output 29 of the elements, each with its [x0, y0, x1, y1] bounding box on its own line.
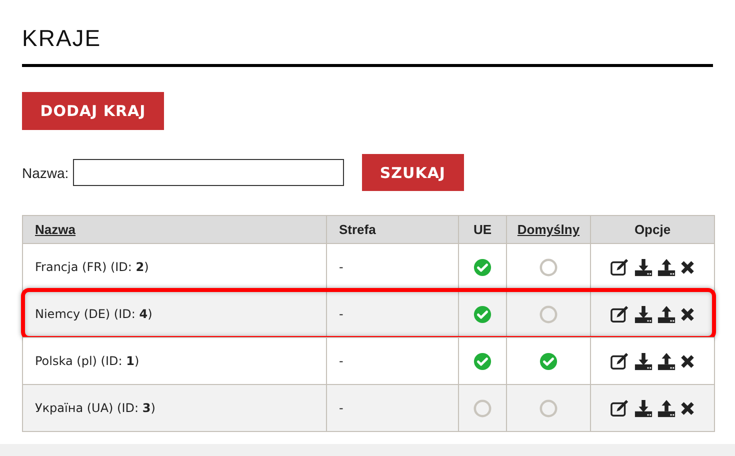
- delete-icon[interactable]: [678, 258, 696, 276]
- upload-icon[interactable]: [656, 398, 676, 418]
- delete-icon[interactable]: [678, 352, 696, 370]
- table-cell-text: Francja (FR) (ID: 2): [34, 259, 150, 276]
- table-cell: -: [326, 385, 458, 431]
- upload-icon[interactable]: [656, 304, 676, 324]
- table-cell: -: [326, 244, 458, 290]
- upload-icon[interactable]: [656, 258, 676, 276]
- table-cell-text: Polska (pl) (ID: 1): [34, 353, 140, 370]
- edit-icon[interactable]: [610, 398, 630, 418]
- page-title: KRAJE: [22, 24, 102, 52]
- column-header[interactable]: Nazwa: [23, 216, 326, 243]
- download-icon[interactable]: [632, 352, 654, 370]
- name-input[interactable]: [72, 159, 344, 186]
- download-icon[interactable]: [632, 398, 654, 418]
- delete-icon[interactable]: [678, 306, 696, 322]
- table-cell-text: Niemcy (DE) (ID: 4): [34, 306, 154, 323]
- download-icon[interactable]: [632, 304, 654, 324]
- table-cell-text: Україна (UA) (ID: 3): [34, 400, 156, 417]
- download-icon[interactable]: [632, 258, 654, 276]
- edit-icon[interactable]: [610, 352, 630, 370]
- upload-icon[interactable]: [656, 352, 676, 370]
- search-button[interactable]: SZUKAJ: [362, 154, 464, 191]
- edit-icon[interactable]: [610, 258, 630, 276]
- edit-icon[interactable]: [610, 304, 630, 324]
- add-country-button[interactable]: DODAJ KRAJ: [22, 92, 164, 130]
- check-icon[interactable]: [539, 352, 558, 370]
- name-label: Nazwa:: [22, 164, 69, 180]
- delete-icon[interactable]: [678, 400, 696, 416]
